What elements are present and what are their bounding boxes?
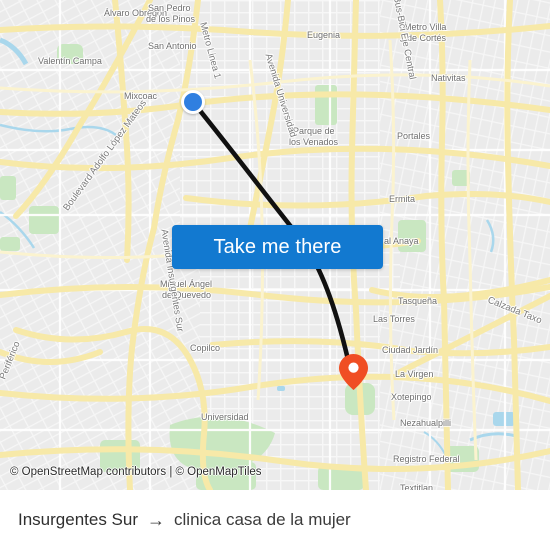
moovit-route-map-screen: Álvaro Obregón San Pedro de los Pinos San A… [0,0,550,550]
map-attribution: © OpenStreetMap contributors | © OpenMap… [10,466,262,478]
route-summary: Insurgentes Sur → clinica casa de la muj… [18,510,351,530]
route-origin-label: Insurgentes Sur [18,510,139,529]
take-me-there-button[interactable]: Take me there [172,225,383,269]
origin-dot[interactable] [181,90,205,114]
route-destination-label: clinica casa de la mujer [174,510,351,529]
route-bottom-bar: Insurgentes Sur → clinica casa de la muj… [0,490,550,550]
arrow-right-icon: → [147,510,166,530]
map-canvas[interactable]: Álvaro Obregón San Pedro de los Pinos San A… [0,0,550,490]
destination-pin[interactable] [338,353,369,391]
